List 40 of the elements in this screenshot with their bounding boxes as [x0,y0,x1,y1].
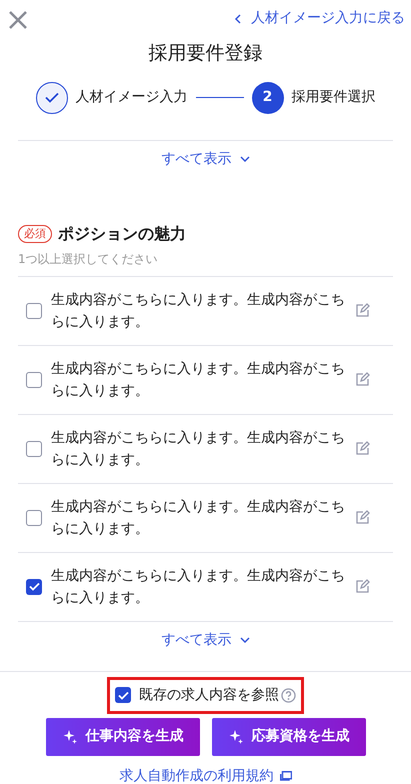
external-window-icon [280,771,292,781]
option-text: 生成内容がこちらに入ります。生成内容がこちらに入ります。 [51,290,346,332]
chevron-down-icon [240,156,250,162]
checkmark-icon [118,690,128,700]
section-title: ポジションの魅力 [58,222,186,244]
edit-icon[interactable] [355,510,370,525]
chevron-left-icon [234,14,241,24]
page-title: 採用要件登録 [148,41,264,66]
required-badge: 必須 [18,224,52,242]
show-all-button[interactable]: すべて表示 [162,630,250,650]
edit-icon[interactable] [355,579,370,594]
step-label: 人材イメージ入力 [76,88,188,107]
checkbox[interactable] [26,372,42,388]
option-text: 生成内容がこちらに入ります。生成内容がこちらに入ります。 [51,498,346,538]
sparkle-icon [228,728,244,744]
help-icon[interactable] [281,688,296,702]
chevron-down-icon [240,637,250,643]
show-all-button[interactable]: すべて表示 [162,148,250,170]
step-number: 2 [252,82,284,114]
terms-link[interactable]: 求人自動作成の利用規約 [120,766,292,784]
checkmark-icon [28,582,40,591]
back-link[interactable]: 人材イメージ入力に戻る [234,8,405,29]
step-label: 採用要件選択 [292,88,376,107]
edit-icon[interactable] [355,372,370,387]
edit-icon[interactable] [355,303,370,318]
checkbox[interactable] [26,578,42,594]
close-icon[interactable] [9,11,27,29]
edit-icon[interactable] [355,441,370,456]
section-hint: 1つ以上選択してください [17,250,159,268]
checkbox[interactable] [26,440,42,456]
checkbox[interactable] [26,510,42,526]
checkbox[interactable] [115,687,131,703]
checkbox[interactable] [26,302,42,318]
sparkle-icon [62,728,78,744]
generate-button[interactable]: 応募資格を生成 [212,718,366,756]
option-text: 生成内容がこちらに入ります。生成内容がこちらに入ります。 [51,360,346,400]
option-text: 生成内容がこちらに入ります。生成内容がこちらに入ります。 [51,566,346,608]
checkbox-label[interactable]: 既存の求人内容を参照 [139,684,279,706]
option-text: 生成内容がこちらに入ります。生成内容がこちらに入ります。 [51,428,346,470]
generate-button[interactable]: 仕事内容を生成 [46,718,200,756]
